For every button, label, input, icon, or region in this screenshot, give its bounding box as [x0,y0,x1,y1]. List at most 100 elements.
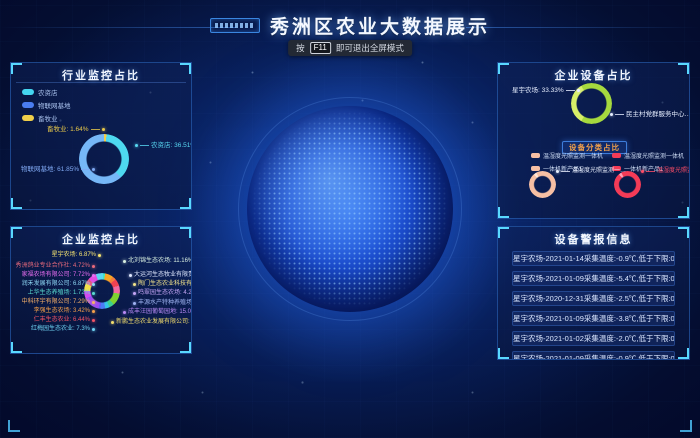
enterprise-callout-right: 丰源水产特种养殖场: 1. [133,300,192,307]
callout-dot [111,321,114,324]
callout-dot [610,113,613,116]
screen-corner-bottom-right [680,420,692,432]
enterprise-callout-left: 红梅园生态农业: 7.3% [31,326,95,333]
callout-label: 星宇农场: 6.87% [52,252,96,259]
class-left-legend-item[interactable]: 温湿度光照监测一体机 [531,151,603,160]
title-divider [16,82,186,83]
industry-donut-chart[interactable] [79,134,129,184]
tip-suffix: 即可退出全屏模式 [336,42,404,54]
legend-swatch [22,89,34,95]
legend-label: 物联网基地 [38,100,71,110]
callout-label: 上华生态养殖场: 1.72% [28,290,90,297]
alarm-row[interactable]: 星宇农场-2020-12-31采集温度:-2.5℃,低于下限:0℃ [512,291,675,306]
legend-swatch [612,153,621,158]
callout-label: 大运河生态牧业有限责任公 [134,272,192,279]
dashboard: 秀洲区农业大数据展示 按 F11 即可退出全屏模式 行业监控占比 农资店物联网基… [0,0,700,438]
callout-label: 丰源水产特种养殖场: 1. [138,300,192,307]
callout-dot [135,144,138,147]
callout-line [566,90,575,91]
callout-label: 温湿度光照监测一… [572,168,626,175]
class-right-legend-item[interactable]: 温湿度光照监测一体机 [612,151,684,160]
star-dots [0,0,1,1]
alarm-row[interactable]: 星宇农场-2021-01-09采集温度:-0.9℃,低于下限:0℃ [512,351,675,360]
callout-label: 畜牧业: 1.64% [47,126,89,133]
callout-label: 民主村党群服务中心… [626,111,690,118]
fullscreen-tip: 按 F11 即可退出全屏模式 [288,40,412,56]
enterprise-callout-right: 成丰汪园葡萄园地: 15.02% [123,309,192,316]
industry-legend-item[interactable]: 畜牧业 [22,113,71,123]
legend-label: 温湿度光照监测一体机 [624,151,684,160]
callout-dot [102,128,105,131]
callout-line [140,145,149,146]
callout-dot [92,328,95,331]
callout-label: 仁丰生态农业: 6.44% [34,317,90,324]
industry-callout: 物联网基地: 61.85% [21,166,95,173]
device-class-left-donut[interactable] [529,171,556,198]
callout-dot [92,168,95,171]
legend-label: 畜牧业 [38,113,58,123]
callout-label: 温湿度光照监测一… [657,168,690,175]
callout-label: 李强生态农场: 3.42% [34,308,90,315]
panel-title: 设备警报信息 [498,231,689,247]
alarm-row[interactable]: 星宇农场-2021-01-14采集温度:-0.9℃,低于下限:0℃ [512,251,675,266]
callout-label: 红梅园生态农业: 7.3% [31,326,90,333]
alarm-row[interactable]: 星宇农场-2021-01-09采集温度:-5.4℃,低于下限:0℃ [512,271,675,286]
callout-dot [123,260,126,263]
device-class-right-donut[interactable] [614,171,641,198]
callout-dot [92,274,95,277]
enterprise-callout-right: 新鹏生态农业发展有限公司: 6.87% [111,319,192,326]
callout-line [561,171,570,172]
class-right-callout: 温湿度光照监测一… [641,168,690,175]
enterprise-callout-left: 星宇农场: 6.87% [52,252,101,259]
callout-dot [577,89,580,92]
legend-label: 农资店 [38,87,58,97]
f11-key-badge: F11 [310,42,331,54]
callout-dot [133,292,136,295]
callout-dot [92,319,95,322]
alarm-list: 星宇农场-2021-01-14采集温度:-0.9℃,低于下限:0℃ 星宇农场-20… [512,251,675,360]
panel-device-alarm-info: 设备警报信息 星宇农场-2021-01-14采集温度:-0.9℃,低于下限:0℃… [497,226,690,360]
legend-swatch [531,153,540,158]
class-left-callout: 温湿度光照监测一… [556,168,626,175]
callout-dot [133,283,136,286]
enterprise-callout-left: 秀洲鸽业专业合作社: 4.72% [16,263,95,270]
enterprise-callout-left: 李强生态农场: 3.42% [34,308,95,315]
callout-label: 北刘锦生态农场: 11.16% [128,258,192,265]
page-title: 秀洲区农业大数据展示 [270,12,490,39]
callout-label: 家福农场有限公司: 7.72% [22,272,90,279]
globe [247,106,453,312]
callout-label: 中科环宇有限公司: 7.29% [22,299,90,306]
callout-dot [123,311,126,314]
callout-dot [129,274,132,277]
callout-dot [98,254,101,257]
callout-label: 成丰汪园葡萄园地: 15.02% [128,309,192,316]
legend-swatch [22,102,34,108]
legend-label: 温湿度光照监测一体机 [543,151,603,160]
callout-dot [92,301,95,304]
alarm-row[interactable]: 星宇农场-2021-01-02采集温度:-2.0℃,低于下限:0℃ [512,331,675,346]
panel-title: 行业监控占比 [11,67,191,83]
callout-label: 新鹏生态农业发展有限公司: 6.87% [116,319,192,326]
enterprise-callout-right: 大运河生态牧业有限责任公 [129,272,192,279]
brand-logo [210,18,260,33]
enterprise-callout-left: 中科环宇有限公司: 7.29% [22,299,95,306]
header: 秀洲区农业大数据展示 [0,12,700,39]
industry-legend-item[interactable]: 物联网基地 [22,100,71,110]
callout-label: 农资店: 36.51% [151,142,192,149]
callout-dot [92,310,95,313]
callout-label: 润禾发展有限公司: 6.87% [22,281,90,288]
industry-callout: 畜牧业: 1.64% [47,126,105,133]
enterprise-callout-right: 陶门生态农业科技有限公 [133,281,192,288]
callout-label: 秀洲鸽业专业合作社: 4.72% [16,263,90,270]
callout-label: 鸣翠园生态农场: 4.29% [138,290,192,297]
device-callout: 民主村党群服务中心… [610,111,690,118]
enterprise-callout-left: 家福农场有限公司: 7.72% [22,272,95,279]
callout-dot [92,292,95,295]
panel-enterprise-monitor-ratio: 企业监控占比 星宇农场: 6.87%秀洲鸽业专业合作社: 4.72%家福农场有限… [10,226,192,354]
industry-legend-item[interactable]: 农资店 [22,87,71,97]
alarm-row[interactable]: 星宇农场-2021-01-09采集温度:-3.8℃,低于下限:0℃ [512,311,675,326]
industry-legend: 农资店物联网基地畜牧业 [22,87,71,126]
enterprise-callout-right: 鸣翠园生态农场: 4.29% [133,290,192,297]
callout-line [91,129,100,130]
panel-industry-monitor-ratio: 行业监控占比 农资店物联网基地畜牧业 畜牧业: 1.64% 农资店: 36.51%… [10,62,192,210]
